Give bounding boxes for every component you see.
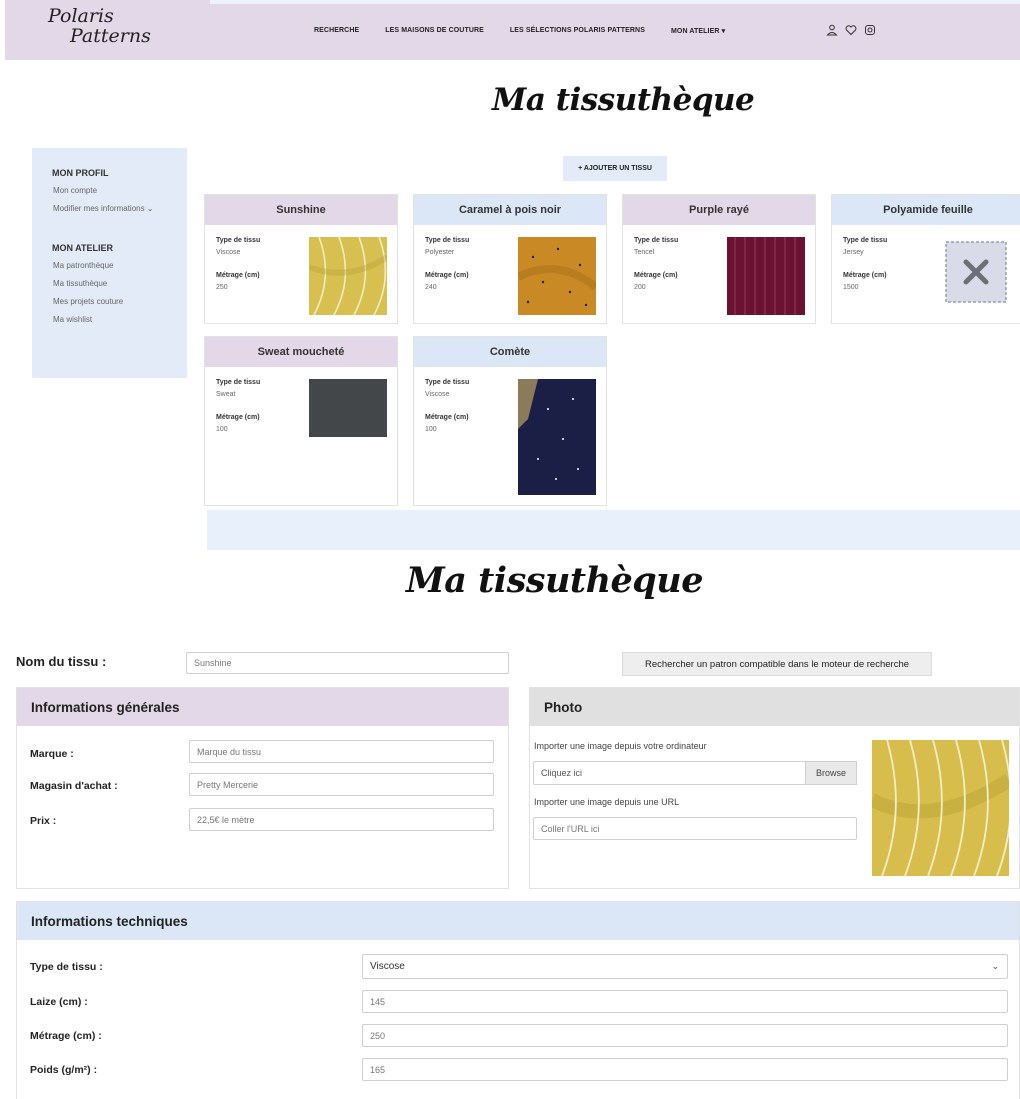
sidebar-heading-profil: MON PROFIL	[52, 168, 109, 178]
fabric-photo	[518, 379, 596, 495]
fabric-card[interactable]: Sweat moucheté Type de tissu Sweat Métra…	[204, 336, 398, 506]
fabric-photo-preview	[872, 740, 1009, 876]
fabric-card-title: Sweat moucheté	[205, 337, 397, 367]
general-info-heading: Informations générales	[17, 688, 508, 726]
type-tissu-select[interactable]: Viscose ⌄	[362, 954, 1008, 979]
marque-label: Marque :	[30, 748, 74, 760]
sidebar-item-projets[interactable]: Mes projets couture	[52, 297, 187, 306]
sidebar-item-wishlist[interactable]: Ma wishlist	[52, 315, 187, 324]
fabric-photo	[727, 237, 805, 315]
import-computer-label: Importer une image depuis votre ordinate…	[534, 741, 707, 751]
no-image-icon	[945, 241, 1007, 303]
fabric-card-title: Purple rayé	[623, 195, 815, 225]
fabric-card[interactable]: Polyamide feuille Type de tissu Jersey M…	[831, 194, 1020, 324]
fabric-card-title: Caramel à pois noir	[414, 195, 606, 225]
laize-label: Laize (cm) :	[30, 996, 88, 1008]
photo-heading: Photo	[530, 688, 1019, 726]
fabric-card-title: Comète	[414, 337, 606, 367]
nom-tissu-label: Nom du tissu :	[16, 654, 107, 669]
nav-selections[interactable]: LES SÉLECTIONS POLARIS PATTERNS	[510, 27, 645, 35]
sidebar-item-modifier-infos[interactable]: Modifier mes informations ⌄	[52, 204, 187, 213]
sidebar-item-patrontheque[interactable]: Ma patronthèque	[52, 261, 187, 270]
fabric-photo	[309, 379, 387, 437]
import-url-label: Importer une image depuis une URL	[534, 797, 680, 807]
fabric-card[interactable]: Sunshine Type de tissu Viscose Métrage (…	[204, 194, 398, 324]
sidebar-item-tissutheque[interactable]: Ma tissuthèque	[52, 279, 187, 288]
magasin-label: Magasin d'achat :	[30, 780, 118, 792]
sidebar-item-mon-compte[interactable]: Mon compte	[52, 186, 187, 195]
nav-recherche[interactable]: RECHERCHE	[314, 27, 359, 35]
fabric-photo	[518, 237, 596, 315]
metrage-label: Métrage (cm) :	[30, 1030, 102, 1042]
poids-input[interactable]: 165	[362, 1058, 1008, 1081]
fabric-photo	[309, 237, 387, 315]
marque-input[interactable]: Marque du tissu	[189, 740, 494, 763]
nav-mon-atelier[interactable]: MON ATELIER ▾	[671, 27, 725, 35]
main-nav: RECHERCHE LES MAISONS DE COUTURE LES SÉL…	[314, 27, 751, 35]
sidebar: MON PROFIL Mon compte Modifier mes infor…	[32, 148, 187, 378]
fabric-card-title: Polyamide feuille	[832, 195, 1020, 225]
form-page-title: Ma tissuthèque	[406, 560, 704, 601]
prix-label: Prix :	[30, 815, 57, 827]
fabric-card-title: Sunshine	[205, 195, 397, 225]
user-icon[interactable]	[826, 24, 838, 36]
sidebar-heading-atelier: MON ATELIER	[52, 243, 113, 253]
heart-icon[interactable]	[845, 24, 857, 36]
url-input[interactable]: Coller l'URL ici	[533, 817, 857, 840]
browse-button[interactable]: Browse	[805, 761, 857, 785]
poids-label: Poids (g/m²) :	[30, 1064, 98, 1076]
logo-line1: Polaris	[48, 5, 114, 27]
type-tissu-label: Type de tissu :	[30, 961, 103, 973]
metrage-input[interactable]: 250	[362, 1024, 1008, 1047]
add-fabric-button[interactable]: + AJOUTER UN TISSU	[563, 156, 667, 181]
footer-band	[207, 510, 1020, 550]
type-tissu-value: Viscose	[370, 961, 405, 972]
nom-tissu-input[interactable]: Sunshine	[186, 652, 509, 674]
fabric-card[interactable]: Caramel à pois noir Type de tissu Polyes…	[413, 194, 607, 324]
fabric-card[interactable]: Purple rayé Type de tissu Tencel Métrage…	[622, 194, 816, 324]
magasin-input[interactable]: Pretty Mercerie	[189, 773, 494, 796]
file-input[interactable]: Cliquez ici	[533, 761, 806, 785]
prix-input[interactable]: 22,5€ le mètre	[189, 808, 494, 831]
nav-icons	[826, 24, 876, 36]
top-strip	[210, 0, 1020, 4]
laize-input[interactable]: 145	[362, 990, 1008, 1013]
logo[interactable]: Polaris Patterns	[48, 6, 151, 46]
page-title: Ma tissuthèque	[492, 82, 755, 118]
logo-line2: Patterns	[70, 25, 151, 47]
fabric-card[interactable]: Comète Type de tissu Viscose Métrage (cm…	[413, 336, 607, 506]
nav-maisons-couture[interactable]: LES MAISONS DE COUTURE	[385, 27, 484, 35]
search-pattern-button[interactable]: Rechercher un patron compatible dans le …	[622, 652, 932, 676]
technical-info-heading: Informations techniques	[17, 902, 1019, 940]
instagram-icon[interactable]	[864, 24, 876, 36]
chevron-down-icon: ⌄	[991, 961, 999, 971]
